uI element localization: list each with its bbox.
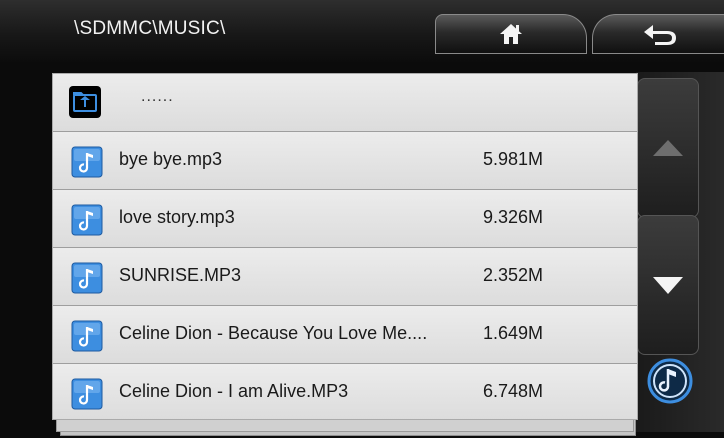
current-path: \SDMMC\MUSIC\ xyxy=(74,18,226,39)
home-button[interactable] xyxy=(435,14,587,54)
music-file-icon xyxy=(71,378,103,410)
file-size: 2.352M xyxy=(483,265,544,285)
triangle-down-icon xyxy=(653,277,683,294)
home-icon xyxy=(500,24,522,44)
file-name: bye bye.mp3 xyxy=(119,149,223,169)
file-name: Celine Dion - I am Alive.MP3 xyxy=(119,381,349,401)
scroll-up-button[interactable] xyxy=(637,78,699,218)
music-note-circle-icon xyxy=(647,358,693,404)
folder-up-icon xyxy=(69,86,101,118)
list-item[interactable]: SUNRISE.MP3 2.352M xyxy=(53,248,637,306)
file-name: love story.mp3 xyxy=(119,207,235,227)
scroll-down-button[interactable] xyxy=(637,215,699,355)
parent-folder-label: ...... xyxy=(141,88,174,105)
list-item[interactable]: Celine Dion - I am Alive.MP3 6.748M xyxy=(53,364,637,419)
music-browser-screen: \SDMMC\MUSIC\ ...... bye bye.mp3 5.981M … xyxy=(0,0,724,438)
file-name: Celine Dion - Because You Love Me.... xyxy=(119,323,428,343)
file-list: ...... bye bye.mp3 5.981M love story.mp3… xyxy=(52,73,638,420)
triangle-up-icon xyxy=(653,140,683,156)
list-item[interactable]: Celine Dion - Because You Love Me.... 1.… xyxy=(53,306,637,364)
file-size: 6.748M xyxy=(483,381,544,401)
list-item[interactable]: bye bye.mp3 5.981M xyxy=(53,132,637,190)
music-file-icon xyxy=(71,320,103,352)
file-size: 5.981M xyxy=(483,149,544,169)
header-bar: \SDMMC\MUSIC\ xyxy=(0,0,724,62)
now-playing-button[interactable] xyxy=(642,353,698,409)
list-item[interactable]: love story.mp3 9.326M xyxy=(53,190,637,248)
file-name: SUNRISE.MP3 xyxy=(119,265,242,285)
back-button[interactable] xyxy=(592,14,724,54)
return-arrow-icon xyxy=(643,25,676,45)
file-size: 9.326M xyxy=(483,207,544,227)
music-file-icon xyxy=(71,146,103,178)
music-file-icon xyxy=(71,204,103,236)
music-file-icon xyxy=(71,262,103,294)
parent-folder-row[interactable]: ...... xyxy=(53,74,637,132)
file-size: 1.649M xyxy=(483,323,544,343)
